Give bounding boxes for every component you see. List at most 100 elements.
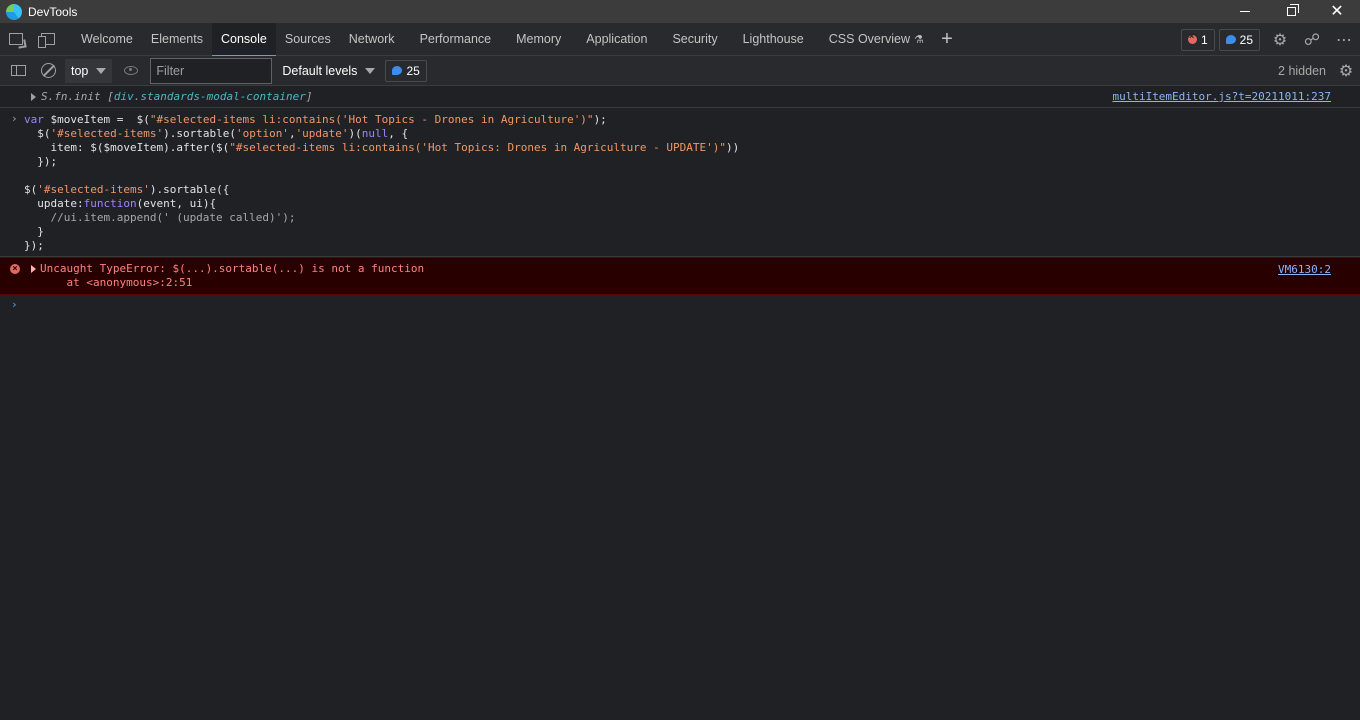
maximize-button[interactable] — [1268, 0, 1314, 23]
code-token: $moveItem = $( — [50, 113, 150, 126]
tab-security[interactable]: Security — [663, 23, 733, 56]
device-icon — [38, 33, 55, 48]
code-line: update:function(event, ui){ — [24, 197, 1360, 211]
code-line: $('#selected-items').sortable({ — [24, 183, 1360, 197]
console-prompt[interactable]: › — [0, 295, 1360, 315]
live-expression-button[interactable] — [116, 56, 146, 86]
error-icon: × — [10, 264, 20, 274]
error-source-link[interactable]: VM6130:2 — [1278, 263, 1331, 276]
errors-badge[interactable]: 1 — [1180, 28, 1215, 51]
code-token: "#selected-items li:contains('Hot Topics… — [229, 141, 727, 154]
settings-button[interactable]: ⚙ — [1264, 23, 1296, 56]
title-bar: DevTools ✕ — [0, 0, 1360, 23]
tab-application[interactable]: Application — [577, 23, 663, 56]
code-token: ).sortable({ — [149, 183, 230, 196]
code-token: item: $($moveItem).after($( — [24, 141, 230, 154]
source-link[interactable]: multiItemEditor.js?t=20211011:237 — [1112, 90, 1331, 104]
code-token: //ui.item.append(' (update called)'); — [24, 211, 296, 224]
more-tools-button[interactable]: + — [933, 23, 961, 56]
code-token: var — [24, 113, 51, 126]
show-sidebar-button[interactable] — [3, 56, 33, 86]
context-value: top — [71, 63, 89, 78]
tab-sources[interactable]: Sources — [276, 23, 340, 56]
context-selector[interactable]: top — [65, 58, 113, 83]
code-token: "#selected-items li:contains('Hot Topics… — [149, 113, 594, 126]
clear-console-button[interactable] — [33, 56, 63, 86]
console-message[interactable]: S.fn.init [div.standards-modal-container… — [0, 86, 1360, 108]
message-count: 25 — [406, 63, 420, 78]
messages-count: 25 — [1239, 32, 1253, 47]
message-icon — [1225, 35, 1236, 44]
tab-elements[interactable]: Elements — [142, 23, 212, 56]
error-icon — [1187, 31, 1197, 44]
code-token: $( — [24, 127, 51, 140]
error-stack: at <anonymous>:2:51 — [40, 276, 193, 289]
dom-node-link[interactable]: div.standards-modal-container — [114, 90, 306, 103]
messages-badge[interactable]: 25 — [1218, 28, 1260, 51]
code-line: item: $($moveItem).after($("#selected-it… — [24, 141, 1360, 155]
expand-triangle-icon[interactable] — [31, 93, 36, 101]
code-token: )( — [348, 127, 362, 140]
gear-icon: ⚙ — [1272, 31, 1288, 49]
tab-lighthouse[interactable]: Lighthouse — [734, 23, 820, 56]
tab-console[interactable]: Console — [211, 22, 276, 57]
feedback-icon: ☍ — [1303, 31, 1321, 49]
tab-memory[interactable]: Memory — [507, 23, 577, 56]
plus-icon: + — [941, 27, 953, 50]
code-token: null — [361, 127, 389, 140]
tab-css-overview-label: CSS Overview — [828, 32, 911, 46]
experimental-flask-icon: ⚗ — [914, 33, 924, 46]
feedback-button[interactable]: ☍ — [1296, 23, 1328, 56]
device-emulation-button[interactable] — [32, 23, 64, 55]
code-token: )) — [726, 141, 740, 154]
code-token: , — [288, 127, 296, 140]
errors-count: 1 — [1200, 32, 1208, 47]
code-line: } — [24, 225, 1360, 239]
console-command: › var $moveItem = $("#selected-items li:… — [0, 108, 1360, 257]
code-token: $( — [24, 183, 38, 196]
filter-input[interactable] — [150, 57, 273, 84]
close-icon: ✕ — [1330, 2, 1344, 20]
object-suffix: ] — [305, 90, 313, 103]
tab-css-overview[interactable]: CSS Overview ⚗ — [820, 23, 933, 56]
gear-icon: ⚙ — [1338, 63, 1354, 80]
code-line: var $moveItem = $("#selected-items li:co… — [24, 113, 1360, 127]
minimize-icon — [1240, 11, 1250, 12]
object-prefix: S.fn.init [ — [41, 90, 114, 103]
clear-icon — [40, 63, 56, 78]
edge-logo-icon — [6, 3, 22, 20]
sidebar-icon — [10, 65, 26, 76]
log-levels-dropdown[interactable]: Default levels — [282, 63, 376, 78]
minimize-button[interactable] — [1222, 0, 1268, 23]
devtools-tab-bar: Welcome Elements Console Sources Network… — [0, 22, 1360, 57]
inspect-element-button[interactable] — [0, 23, 32, 55]
console-settings-button[interactable]: ⚙ — [1332, 56, 1360, 86]
chevron-down-icon — [365, 67, 376, 74]
log-levels-label: Default levels — [282, 63, 358, 78]
code-token: }); — [24, 239, 44, 252]
code-token: '#selected-items' — [37, 183, 150, 196]
more-options-icon: ⋯ — [1336, 31, 1352, 49]
message-count-badge[interactable]: 25 — [385, 59, 427, 82]
tab-network[interactable]: Network — [340, 23, 411, 56]
console-toolbar: top Default levels 25 2 hidden ⚙ — [0, 56, 1360, 86]
code-token: }); — [24, 155, 58, 168]
customize-menu-button[interactable]: ⋯ — [1328, 23, 1360, 56]
tab-performance[interactable]: Performance — [411, 23, 508, 56]
code-token: 'option' — [235, 127, 289, 140]
chevron-down-icon — [96, 67, 107, 74]
tab-welcome[interactable]: Welcome — [72, 23, 142, 56]
code-line: //ui.item.append(' (update called)'); — [24, 211, 1360, 225]
chevron-right-icon: › — [11, 298, 18, 311]
code-token: (event, ui){ — [136, 197, 217, 210]
close-window-button[interactable]: ✕ — [1314, 0, 1360, 23]
code-token: } — [24, 225, 44, 238]
code-token: update: — [24, 197, 84, 210]
code-token: '#selected-items' — [50, 127, 164, 140]
expand-triangle-icon[interactable] — [31, 265, 36, 273]
code-line: }); — [24, 155, 1360, 169]
error-text: Uncaught TypeError: $(...).sortable(...)… — [40, 262, 425, 275]
console-error-message[interactable]: × Uncaught TypeError: $(...).sortable(..… — [0, 257, 1360, 295]
message-icon — [392, 66, 403, 75]
